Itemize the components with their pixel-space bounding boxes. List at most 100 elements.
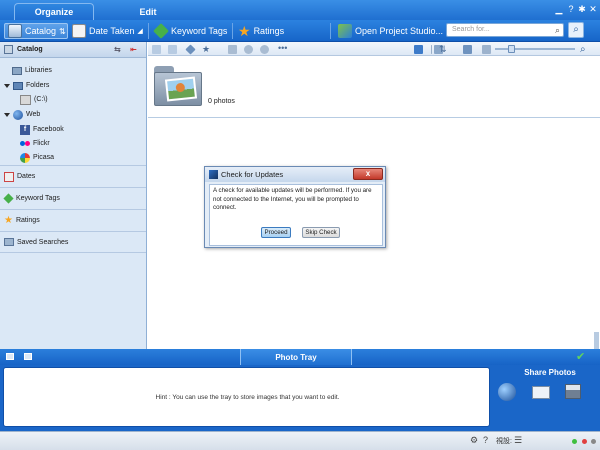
- zoom-search-icon[interactable]: ⌕: [580, 45, 589, 55]
- expand-icon[interactable]: [4, 83, 10, 88]
- sort-indicator-icon: ◢: [137, 28, 143, 35]
- open-project-studio-button[interactable]: Open Project Studio...: [338, 23, 443, 39]
- tray-layout-icon[interactable]: [6, 353, 14, 360]
- section-label: Keyword Tags: [16, 195, 60, 202]
- zoom-slider[interactable]: [495, 48, 575, 50]
- catalog-button[interactable]: Catalog ⇅: [4, 23, 68, 39]
- tree-item-folders[interactable]: Folders: [4, 79, 49, 92]
- tray-expand-icon[interactable]: [24, 353, 32, 360]
- rotate-left-icon[interactable]: [244, 45, 253, 54]
- libraries-icon: [12, 66, 22, 75]
- search-people-icon: ⌕: [573, 24, 579, 35]
- folder-item[interactable]: 0 photos: [148, 56, 600, 118]
- section-label: Dates: [17, 173, 36, 180]
- ratings-label: Ratings: [253, 26, 285, 36]
- tray-check-icon: ✔: [576, 351, 586, 363]
- share-print-icon[interactable]: [565, 384, 581, 399]
- tree-item-label: (C:\): [34, 96, 48, 103]
- keyword-tags-label: Keyword Tags: [171, 26, 228, 36]
- share-photos-title: Share Photos: [524, 368, 576, 377]
- catalog-header: Catalog ⇆ ⇤: [0, 42, 146, 58]
- folder-view-icon[interactable]: [168, 45, 177, 54]
- more-options-icon[interactable]: •••: [278, 44, 287, 54]
- zoom-slider-handle[interactable]: [508, 45, 515, 53]
- date-taken-button[interactable]: Date Taken ◢: [72, 23, 143, 39]
- sidebar-section-dates[interactable]: Dates: [0, 165, 146, 187]
- tree-item-web[interactable]: Web: [4, 108, 40, 121]
- tree-item-label: Facebook: [33, 126, 64, 133]
- view-menu-icon[interactable]: ☰: [514, 435, 522, 446]
- star-icon: ★: [4, 214, 13, 226]
- dialog-body: A check for available updates will be pe…: [209, 184, 383, 246]
- dialog-title: Check for Updates: [221, 170, 284, 179]
- rating-filter-icon[interactable]: ★: [202, 45, 211, 54]
- small-thumbnail-icon: [482, 45, 491, 54]
- sidebar-section-ratings[interactable]: ★ Ratings: [0, 209, 146, 231]
- toolbar-divider: [148, 23, 149, 39]
- open-project-label: Open Project Studio...: [355, 26, 444, 36]
- ratings-button[interactable]: ★ Ratings: [238, 23, 284, 39]
- calendar-icon: [4, 171, 14, 182]
- tab-organize[interactable]: Organize: [14, 3, 94, 20]
- help-icon[interactable]: ?: [566, 3, 576, 15]
- toolbar-divider: [232, 23, 233, 39]
- tray-hint: Hint : You can use the tray to store ima…: [155, 394, 340, 401]
- date-taken-label: Date Taken: [89, 26, 135, 36]
- drive-icon: [20, 94, 31, 105]
- close-icon[interactable]: ✕: [588, 3, 598, 15]
- tree-item-libraries[interactable]: Libraries: [12, 64, 52, 77]
- display-mode-icon[interactable]: [463, 45, 472, 54]
- tree-item-drive-c[interactable]: (C:\): [20, 93, 48, 106]
- photo-tray-tab[interactable]: Photo Tray: [240, 349, 352, 365]
- toolbar-divider: [330, 23, 331, 39]
- project-studio-icon: [338, 24, 352, 38]
- proceed-button[interactable]: Proceed: [261, 227, 291, 238]
- tree-item-flickr[interactable]: Flickr: [20, 137, 50, 150]
- toolbar-divider: [431, 45, 432, 54]
- skip-check-button[interactable]: Skip Check: [302, 227, 340, 238]
- tree-item-picasa[interactable]: Picasa: [20, 151, 54, 164]
- thumbnail-view-icon[interactable]: [152, 45, 161, 54]
- import-icon[interactable]: [414, 45, 423, 54]
- help-icon[interactable]: ?: [483, 435, 488, 445]
- sidebar-section-saved-searches[interactable]: Saved Searches: [0, 231, 146, 253]
- photo-tray[interactable]: Hint : You can use the tray to store ima…: [3, 367, 490, 427]
- advanced-search-button[interactable]: ⌕: [568, 22, 584, 38]
- expand-icon[interactable]: [4, 112, 10, 117]
- share-web-icon[interactable]: [498, 383, 516, 401]
- view-toolbar: ★ ••• ⇅ ⌕: [148, 42, 600, 56]
- search-input[interactable]: Search for... ⌕: [446, 23, 564, 37]
- star-icon: ★: [238, 23, 251, 39]
- tab-edit[interactable]: Edit: [110, 3, 186, 20]
- collapse-icon[interactable]: ⇆: [114, 45, 121, 54]
- settings-icon[interactable]: ⚙: [470, 435, 478, 446]
- photo-tray-title: Photo Tray: [275, 352, 317, 362]
- keyword-tags-button[interactable]: Keyword Tags: [153, 23, 228, 39]
- section-label: Ratings: [15, 217, 40, 224]
- share-email-icon[interactable]: [532, 386, 550, 399]
- tag-icon: [153, 23, 169, 39]
- print-icon[interactable]: [228, 45, 237, 54]
- tree-item-label: Flickr: [33, 140, 50, 147]
- settings-icon[interactable]: ✱: [577, 3, 587, 15]
- dialog-close-button[interactable]: x: [353, 168, 383, 180]
- scrollbar[interactable]: [594, 332, 599, 349]
- sort-icon[interactable]: ⇅: [439, 45, 448, 54]
- sidebar-section-keyword-tags[interactable]: Keyword Tags: [0, 187, 146, 209]
- app-icon: [209, 170, 218, 179]
- search-placeholder: Search for...: [452, 26, 490, 33]
- minimize-icon[interactable]: ▁: [554, 3, 564, 15]
- check-for-updates-dialog: Check for Updates x A check for availabl…: [204, 166, 386, 248]
- catalog-label: Catalog: [25, 26, 57, 36]
- status-dot-red-icon: [582, 439, 587, 444]
- calendar-icon: [72, 24, 86, 38]
- back-icon[interactable]: ⇤: [130, 45, 137, 54]
- web-icon: [13, 109, 23, 120]
- tree-item-label: Picasa: [33, 154, 55, 161]
- saved-search-icon: [4, 238, 14, 246]
- tree-item-facebook[interactable]: f Facebook: [20, 123, 64, 136]
- folder-icon: [154, 66, 202, 106]
- catalog-icon: [8, 24, 22, 38]
- rotate-right-icon[interactable]: [260, 45, 269, 54]
- tag-filter-icon[interactable]: [185, 44, 196, 55]
